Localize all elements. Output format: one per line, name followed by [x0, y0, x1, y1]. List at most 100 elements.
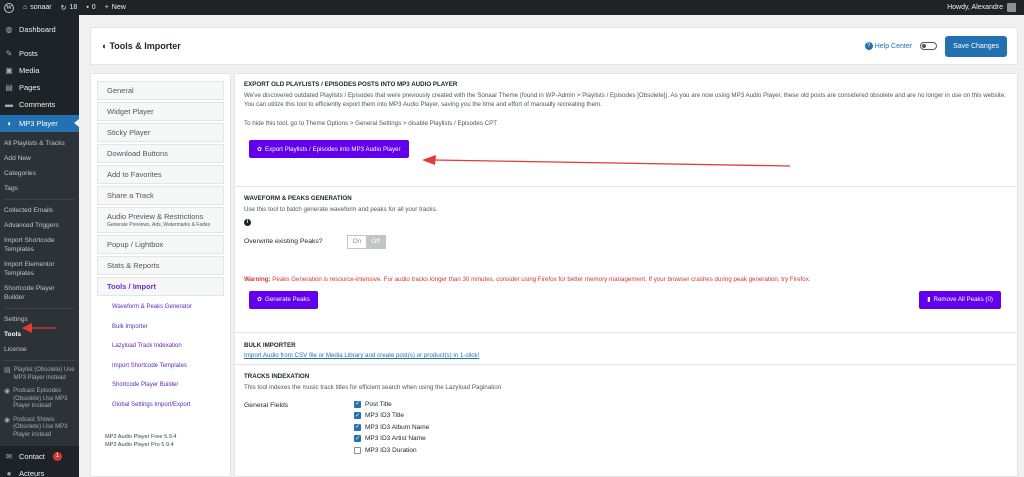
- comment-icon: ▪: [86, 4, 89, 11]
- gear-icon: ✿: [257, 297, 263, 304]
- submenu-import-elementor-templates[interactable]: Import Elementor Templates: [0, 257, 79, 281]
- submenu-shortcode-player-builder[interactable]: Shortcode Player Builder: [0, 281, 79, 305]
- checkbox[interactable]: ✓: [354, 412, 361, 420]
- field-id3-duration[interactable]: MP3 ID3 Duration: [354, 445, 429, 455]
- submenu-import-shortcode-templates[interactable]: Import Shortcode Templates: [0, 233, 79, 257]
- submenu-add-new[interactable]: Add New: [0, 151, 79, 166]
- sidebar-item-comments[interactable]: ▬ Comments: [0, 96, 79, 113]
- account-menu[interactable]: Howdy, Alexandre: [947, 3, 1024, 12]
- tracks-indexation-section: TRACKS INDEXATION This tool indexes the …: [244, 373, 502, 455]
- submenu-collected-emails[interactable]: Collected Emails: [0, 203, 79, 218]
- overwrite-peaks-switch[interactable]: On Off: [346, 234, 386, 249]
- settings-nav: General Widget Player Sticky Player Down…: [90, 73, 231, 477]
- help-icon: ?: [864, 42, 873, 50]
- submenu-tags[interactable]: Tags: [0, 181, 79, 196]
- generate-peaks-button[interactable]: ✿ Generate Peaks: [249, 290, 318, 309]
- peaks-warning: Warning: Peaks Generation is resource-in…: [244, 275, 811, 283]
- checkbox[interactable]: ✓: [354, 400, 361, 408]
- export-playlists-button[interactable]: ✿ Export Playlists / Episodes into MP3 Au…: [249, 140, 409, 159]
- submenu-advanced-triggers[interactable]: Advanced Triggers: [0, 218, 79, 233]
- checkbox[interactable]: ✓: [354, 435, 361, 443]
- notification-badge: 1: [52, 452, 63, 461]
- sidebar-item-pages[interactable]: ▤ Pages: [0, 79, 79, 96]
- nav-sticky-player[interactable]: Sticky Player: [97, 123, 224, 142]
- export-section: EXPORT OLD PLAYLISTS / EPISODES POSTS IN…: [235, 74, 1017, 187]
- pin-icon: ✎: [5, 49, 13, 58]
- admin-sidebar: ◍ Dashboard ✎ Posts ▣ Media ▤ Pages ▬ Comment…: [0, 15, 79, 477]
- nav-share-a-track[interactable]: Share a Track: [97, 186, 224, 205]
- submenu-podcast-shows-obsolete[interactable]: ◉ Podcast Shows (Obsolete) Use MP3 Player…: [0, 414, 79, 443]
- submenu-tools[interactable]: Tools: [0, 327, 79, 342]
- submenu-divider: [4, 360, 75, 361]
- checkbox[interactable]: ✓: [354, 423, 361, 431]
- users-icon: ●: [6, 469, 12, 477]
- site-name-link[interactable]: ⌂ sonaar: [23, 4, 52, 11]
- mail-icon: ✉: [5, 452, 13, 461]
- nav-sub-shortcode-builder[interactable]: Shortcode Player Builder: [112, 381, 224, 391]
- nav-stats-reports[interactable]: Stats & Reports: [97, 256, 224, 275]
- home-icon: ⌂: [23, 4, 28, 11]
- bulk-importer-section: BULK IMPORTER Import Audio from CSV file…: [235, 333, 1017, 365]
- sidebar-item-contact[interactable]: ✉ Contact 1: [0, 448, 79, 465]
- trash-icon: ▮: [927, 297, 931, 304]
- updates-link[interactable]: ↻ 18: [61, 4, 78, 12]
- sidebar-item-posts[interactable]: ✎ Posts: [0, 45, 79, 62]
- submenu-settings[interactable]: Settings: [0, 312, 79, 327]
- tools-content: EXPORT OLD PLAYLISTS / EPISODES POSTS IN…: [234, 73, 1018, 477]
- submenu-divider: [4, 308, 75, 309]
- submenu-all-playlists[interactable]: All Playlists & Tracks: [0, 136, 79, 151]
- comment-icon: ▬: [5, 100, 13, 109]
- gear-icon: ✿: [257, 146, 263, 153]
- sidebar-item-acteurs[interactable]: ● Acteurs: [0, 465, 79, 477]
- save-changes-button[interactable]: Save Changes: [945, 35, 1007, 57]
- nav-general[interactable]: General: [97, 81, 224, 100]
- nav-sub-lazyload[interactable]: Lazyload Track Indexation: [112, 342, 224, 352]
- page-icon: ▤: [5, 83, 13, 92]
- version-info: MP3 Audio Player Free 5.9.4 MP3 Audio Pl…: [105, 434, 177, 448]
- plus-icon: +: [104, 4, 109, 11]
- sidebar-item-media[interactable]: ▣ Media: [0, 62, 79, 79]
- dark-mode-toggle[interactable]: [920, 42, 938, 50]
- comments-link[interactable]: ▪ 0: [86, 4, 95, 11]
- podcast-icon: ◉: [4, 388, 11, 395]
- sidebar-item-dashboard[interactable]: ◍ Dashboard: [0, 21, 79, 38]
- field-post-title[interactable]: ✓ Post Title: [354, 399, 429, 409]
- submenu-divider: [4, 199, 75, 200]
- help-center-link[interactable]: ? Help Center: [864, 42, 912, 50]
- nav-popup-lightbox[interactable]: Popup / Lightbox: [97, 235, 224, 254]
- new-content-link[interactable]: + New: [105, 4, 126, 11]
- dashboard-icon: ◍: [5, 25, 13, 34]
- nav-sub-waveform[interactable]: Waveform & Peaks Generator: [112, 303, 224, 313]
- sidebar-item-mp3-player[interactable]: ◖ MP3 Player: [0, 115, 79, 132]
- field-id3-title[interactable]: ✓ MP3 ID3 Title: [354, 411, 429, 421]
- remove-all-peaks-button[interactable]: ▮ Remove All Peaks (0): [919, 290, 1001, 309]
- nav-sub-global-settings[interactable]: Global Settings Import/Export: [112, 401, 224, 411]
- wordpress-logo-button[interactable]: W: [4, 2, 14, 13]
- field-id3-artist[interactable]: ✓ MP3 ID3 Artist Name: [354, 434, 429, 444]
- general-fields-label: General Fields: [244, 402, 289, 410]
- nav-add-to-favorites[interactable]: Add to Favorites: [97, 165, 224, 184]
- nav-widget-player[interactable]: Widget Player: [97, 102, 224, 121]
- media-icon: ▣: [5, 66, 13, 75]
- bulk-import-link[interactable]: Import Audio from CSV file or Media Libr…: [244, 352, 1008, 359]
- submenu-podcast-episodes-obsolete[interactable]: ◉ Podcast Episodes (Obsolete) Use MP3 Pla…: [0, 385, 79, 414]
- nav-sub-import-shortcode[interactable]: Import Shortcode Templates: [112, 362, 224, 372]
- wordpress-icon: W: [4, 2, 14, 13]
- mp3-player-submenu: All Playlists & Tracks Add New Categorie…: [0, 132, 79, 446]
- overwrite-peaks-label: Overwrite existing Peaks?: [244, 238, 323, 246]
- nav-sub-bulk-importer[interactable]: Bulk Importer: [112, 323, 224, 333]
- nav-tools-import[interactable]: Tools / Import: [97, 277, 224, 296]
- nav-tools-subitems: Waveform & Peaks Generator Bulk Importer…: [97, 298, 224, 415]
- podcast-icon: ◉: [4, 416, 11, 424]
- page-title: ◖ Tools & Importer: [101, 41, 181, 51]
- submenu-playlist-obsolete[interactable]: ▤ Playlist (Obsolete) Use MP3 Player inst…: [0, 364, 79, 385]
- avatar: [1007, 3, 1016, 12]
- submenu-categories[interactable]: Categories: [0, 166, 79, 181]
- info-icon: i: [244, 218, 251, 226]
- playlist-icon: ▤: [4, 367, 11, 374]
- nav-audio-preview[interactable]: Audio Preview & Restrictions Generate Pr…: [97, 207, 224, 233]
- field-id3-album[interactable]: ✓ MP3 ID3 Album Name: [354, 422, 429, 432]
- submenu-license[interactable]: License: [0, 342, 79, 357]
- checkbox[interactable]: [354, 446, 361, 454]
- nav-download-buttons[interactable]: Download Buttons: [97, 144, 224, 163]
